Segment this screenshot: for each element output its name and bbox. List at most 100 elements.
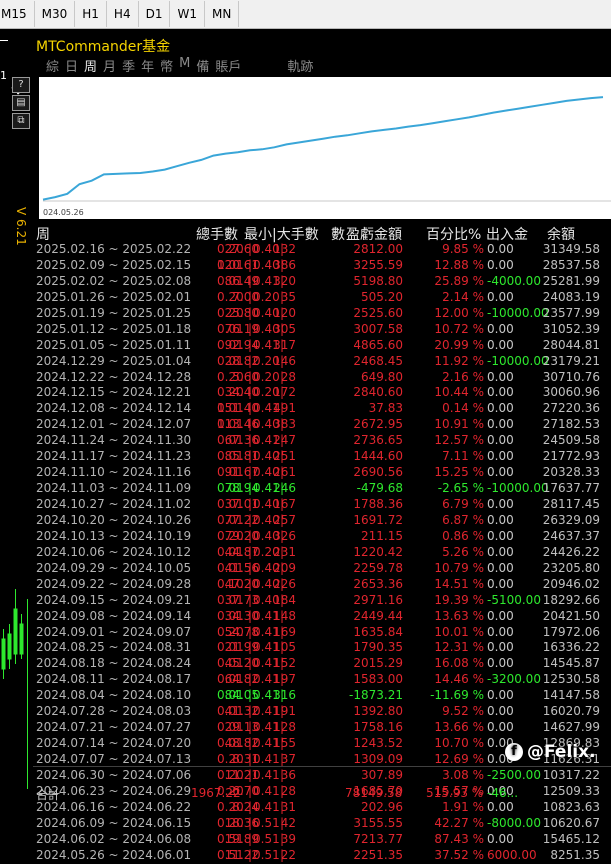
count-cell: 383 — [273, 417, 296, 432]
table-row: 2024.10.20 ~ 2024.10.26 77.22 0.01 0.40 257 1… — [33, 513, 611, 529]
balance-cell: 8251.35 — [550, 847, 600, 862]
period-cell: 2025.02.02 ~ 2025.02.08 — [36, 273, 192, 288]
tab-1[interactable]: 日 — [65, 56, 78, 75]
period-cell: 2024.11.03 ~ 2024.11.09 — [36, 481, 192, 496]
column-separator: | — [280, 385, 285, 400]
count-cell: 167 — [273, 497, 296, 511]
flow-cell: 0.00 — [487, 242, 514, 256]
timeframe-d1[interactable]: D1 — [139, 1, 171, 27]
tab-10[interactable]: 軌跡 — [287, 56, 313, 75]
pnl-cell: 1788.36 — [353, 497, 403, 511]
timeframe-h1[interactable]: H1 — [75, 1, 107, 27]
tab-3[interactable]: 月 — [103, 56, 116, 75]
count-cell: 246 — [273, 481, 296, 496]
period-cell: 2024.11.10 ~ 2024.11.16 — [36, 465, 192, 480]
tab-6[interactable]: 幣 — [160, 56, 173, 75]
header-pct: 百分比% — [426, 227, 482, 243]
table-row: 2025.01.12 ~ 2025.01.18 76.19 0.01 0.40 305 3… — [33, 322, 611, 338]
header-minmax: 最小|大手數 — [244, 227, 319, 243]
count-cell: 197 — [273, 672, 296, 687]
pct-cell: 13.66 % — [434, 720, 484, 735]
timeframe-w1[interactable]: W1 — [170, 1, 205, 27]
column-separator: | — [280, 688, 285, 703]
period-cell: 2024.06.02 ~ 2024.06.08 — [36, 831, 192, 846]
column-separator: | — [280, 576, 285, 591]
pct-cell: 1.91 % — [442, 799, 484, 814]
period-cell: 2024.12.29 ~ 2025.01.04 — [36, 353, 192, 368]
pnl-cell: 1392.80 — [353, 704, 403, 719]
column-separator: | — [248, 847, 253, 862]
balance-cell: 27182.53 — [542, 417, 600, 432]
period-cell: 2024.11.24 ~ 2024.11.30 — [36, 433, 192, 448]
table-row: 2024.05.26 ~ 2024.06.01 11.22 0.51 0.51 22 22… — [33, 848, 611, 864]
column-separator: | — [248, 321, 253, 336]
pnl-cell: 3255.59 — [353, 257, 403, 272]
chart-icon[interactable]: ▤ — [12, 95, 30, 111]
tab-9[interactable]: 賬戶 — [215, 56, 241, 75]
balance-cell: 17637.77 — [542, 481, 600, 496]
max-lot-cell: 0.51 — [253, 847, 280, 862]
tab-4[interactable]: 季 — [122, 56, 135, 75]
flow-cell: 0.00 — [487, 831, 514, 846]
timeframe-toolbar: M15 M30 H1 H4 D1 W1 MN — [0, 0, 611, 29]
min-lot-cell: 0.01 — [217, 736, 244, 751]
timeframe-h4[interactable]: H4 — [107, 1, 139, 27]
column-separator: | — [280, 273, 285, 288]
pct-cell: 2.16 % — [442, 369, 484, 384]
fund-panel: MTCommander基金 綜日周月季年幣 M 備賬戶 軌跡 024.05.26 周 … — [33, 34, 611, 862]
pct-cell: 10.01 % — [434, 624, 484, 639]
balance-cell: 10620.67 — [542, 815, 600, 830]
pnl-cell: 2653.36 — [353, 576, 403, 591]
column-separator: | — [280, 656, 285, 671]
pnl-cell: 2812.00 — [353, 242, 403, 256]
column-separator: | — [280, 337, 285, 352]
count-cell: 247 — [273, 433, 296, 448]
tab-0[interactable]: 綜 — [46, 56, 59, 75]
table-row: 2024.07.28 ~ 2024.08.03 41.32 0.01 0.41 191 1… — [33, 704, 611, 720]
pnl-cell: 3155.55 — [353, 815, 403, 830]
balance-cell: 26329.09 — [542, 512, 600, 527]
min-lot-cell: 0.01 — [217, 720, 244, 735]
count-cell: 128 — [273, 720, 296, 735]
balance-cell: 10317.22 — [542, 767, 600, 782]
table-row: 2025.02.02 ~ 2025.02.08 86.49 0.01 0.41 320 5… — [33, 274, 611, 290]
flow-cell: 6000.00 — [487, 847, 537, 862]
total-row: 合計 1967.22 78149.58 515.93 % -46... — [33, 786, 611, 802]
tab-8[interactable]: 備 — [196, 56, 209, 75]
flow-cell: 0.00 — [487, 289, 514, 304]
pct-cell: 14.51 % — [434, 576, 484, 591]
column-separator: | — [280, 847, 285, 862]
timeframe-m30[interactable]: M30 — [35, 1, 76, 27]
tab-7[interactable]: M — [179, 56, 190, 75]
min-lot-cell: 0.01 — [217, 592, 244, 607]
tab-5[interactable]: 年 — [141, 56, 154, 75]
table-row: 2025.02.09 ~ 2025.02.15 120.61 0.01 0.40 386… — [33, 258, 611, 274]
tab-2[interactable]: 周 — [84, 56, 97, 75]
pct-cell: 0.14 % — [442, 401, 484, 416]
flow-cell: 0.00 — [487, 257, 514, 272]
min-lot-cell: 0.01 — [217, 433, 244, 448]
flow-cell: 0.00 — [487, 512, 514, 527]
balance-cell: 28117.45 — [542, 497, 600, 511]
timeframe-mn[interactable]: MN — [205, 1, 240, 27]
flow-cell: 0.00 — [487, 656, 514, 671]
help-icon[interactable]: ? — [12, 77, 30, 93]
count-cell: 105 — [273, 640, 296, 655]
column-separator: | — [248, 815, 253, 830]
column-separator: | — [280, 321, 285, 336]
pct-cell: 2.14 % — [442, 289, 484, 304]
copy-icon[interactable]: ⧉ — [12, 113, 30, 129]
column-separator: | — [248, 289, 253, 304]
table-row: 2024.06.16 ~ 2024.06.22 8.24 0.20 0.41 31 202… — [33, 800, 611, 816]
pct-cell: 11.92 % — [434, 353, 484, 368]
table-row: 2024.06.30 ~ 2024.07.06 11.21 0.20 0.41 36 30… — [33, 768, 611, 784]
flow-cell: 0.00 — [487, 688, 514, 703]
flow-cell: 0.00 — [487, 401, 514, 416]
column-separator: | — [280, 799, 285, 814]
timeframe-m15[interactable]: M15 — [0, 1, 35, 27]
min-lot-cell: 0.01 — [217, 688, 244, 703]
min-lot-cell: 0.01 — [217, 672, 244, 687]
balance-cell: 16020.79 — [542, 704, 600, 719]
version-label: V 6.21 — [14, 207, 28, 246]
column-separator: | — [248, 273, 253, 288]
